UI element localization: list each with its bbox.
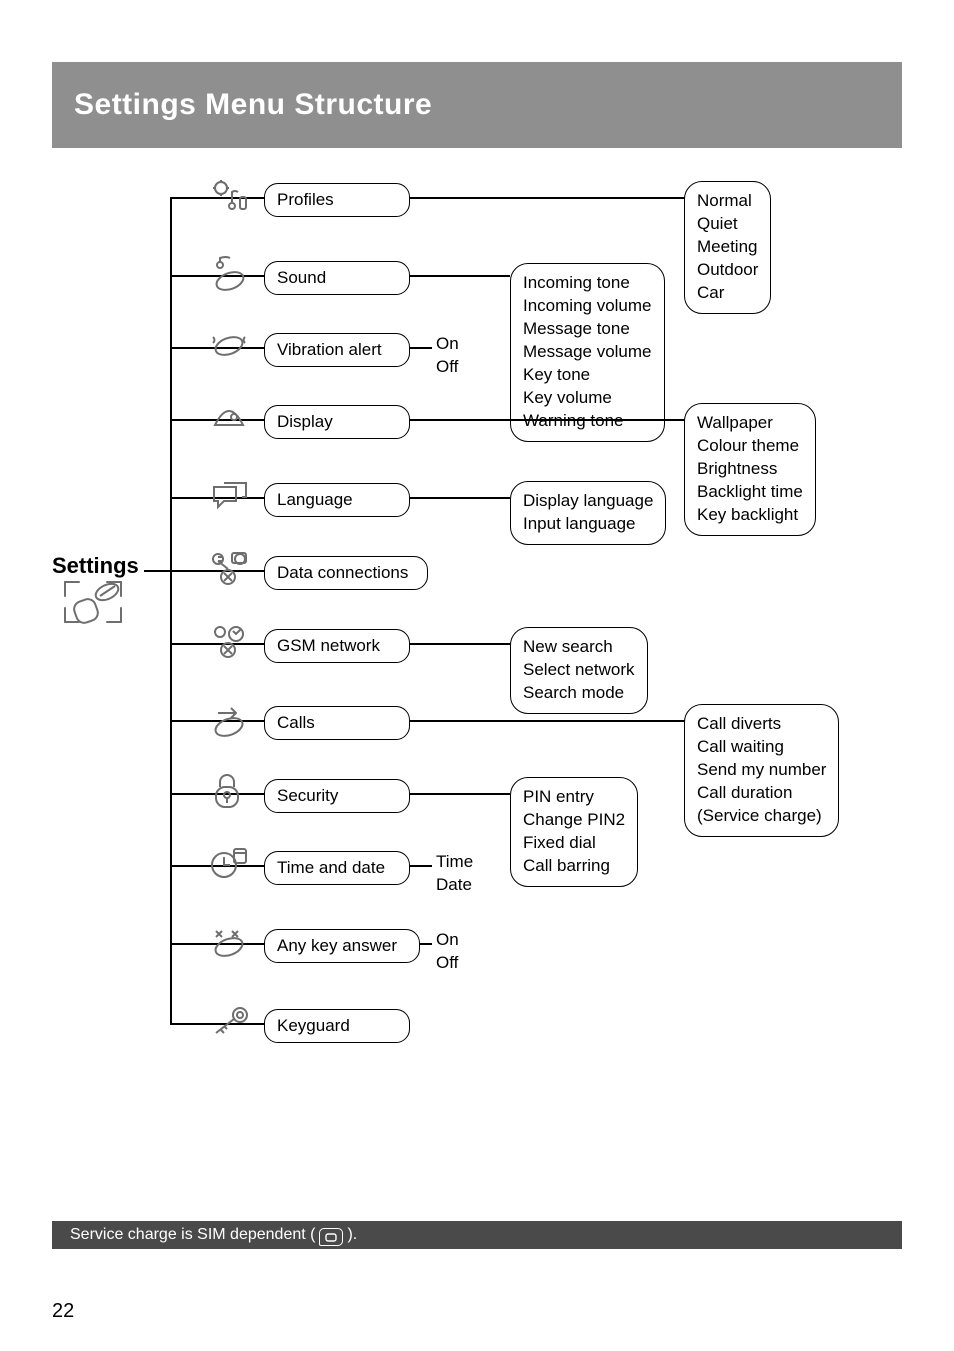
menu-dataconn: Data connections — [264, 556, 428, 590]
menu-sound: Sound — [264, 261, 410, 295]
profiles-icon — [210, 179, 248, 218]
language-icon — [210, 479, 248, 516]
menu-timedate: Time and date — [264, 851, 410, 885]
page-header: Settings Menu Structure — [52, 62, 902, 148]
calls-icon — [210, 701, 248, 742]
menu-calls: Calls — [264, 706, 410, 740]
menu-keyguard: Keyguard — [264, 1009, 410, 1043]
opts-security: PIN entry Change PIN2 Fixed dial Call ba… — [510, 777, 638, 887]
menu-language: Language — [264, 483, 410, 517]
menu-security: Security — [264, 779, 410, 813]
data-connections-icon — [210, 551, 248, 592]
gsm-network-icon — [210, 624, 248, 665]
vibration-icon — [210, 331, 248, 366]
opts-timedate: Time Date — [436, 851, 473, 897]
footnote-before: Service charge is SIM dependent ( — [70, 1226, 315, 1244]
time-date-icon — [210, 845, 248, 886]
sim-icon — [319, 1228, 343, 1246]
opts-profiles: Normal Quiet Meeting Outdoor Car — [684, 181, 771, 314]
sound-icon — [210, 255, 248, 298]
opts-calls: Call diverts Call waiting Send my number… — [684, 704, 839, 837]
opts-display: Wallpaper Colour theme Brightness Backli… — [684, 403, 816, 536]
diagram: Settings — [52, 175, 902, 1211]
menu-gsm: GSM network — [264, 629, 410, 663]
any-key-answer-icon — [210, 925, 248, 964]
menu-vibration: Vibration alert — [264, 333, 410, 367]
menu-profiles: Profiles — [264, 183, 410, 217]
page-title: Settings Menu Structure — [52, 88, 432, 122]
opts-vibration: On Off — [436, 333, 459, 379]
display-icon — [210, 403, 248, 438]
footnote-bar: Service charge is SIM dependent ( ). — [52, 1221, 902, 1249]
settings-root-label: Settings — [52, 553, 139, 579]
opts-anykey: On Off — [436, 929, 459, 975]
menu-display: Display — [264, 405, 410, 439]
opts-language: Display language Input language — [510, 481, 666, 545]
opts-gsm: New search Select network Search mode — [510, 627, 648, 714]
keyguard-icon — [210, 1005, 250, 1044]
footnote-after: ). — [347, 1226, 357, 1244]
menu-anykey: Any key answer — [264, 929, 420, 963]
security-icon — [210, 773, 244, 816]
page-number: 22 — [52, 1300, 74, 1323]
settings-icon — [57, 578, 129, 633]
opts-sound: Incoming tone Incoming volume Message to… — [510, 263, 665, 442]
